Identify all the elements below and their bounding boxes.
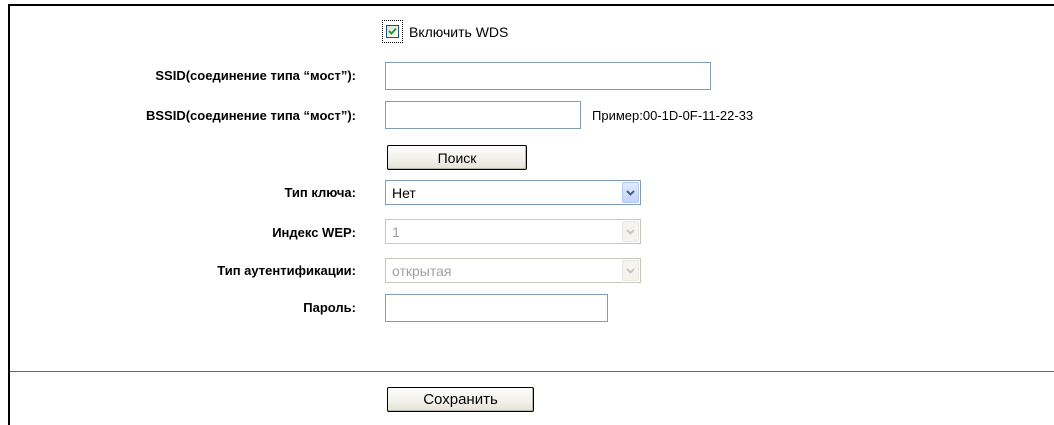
ssid-input[interactable]	[385, 62, 711, 90]
bssid-example-hint: Пример:00-1D-0F-11-22-33	[592, 108, 754, 123]
enable-wds-checkbox[interactable]	[386, 25, 399, 38]
chevron-down-icon	[622, 260, 639, 281]
chevron-down-icon[interactable]	[622, 182, 639, 203]
auth-type-label: Тип аутентификации:	[217, 263, 356, 278]
checkmark-icon	[388, 27, 397, 35]
wep-index-label: Индекс WEP:	[272, 225, 356, 240]
section-divider	[10, 371, 1054, 372]
password-input[interactable]	[385, 294, 608, 322]
key-type-label: Тип ключа:	[284, 185, 356, 200]
key-type-value: Нет	[392, 184, 416, 201]
chevron-down-icon	[622, 221, 639, 242]
password-label: Пароль:	[303, 300, 356, 315]
bssid-input[interactable]	[385, 101, 581, 129]
auth-type-value: открытая	[392, 262, 452, 279]
search-button[interactable]: Поиск	[387, 145, 527, 170]
bssid-label: BSSID(соединение типа “мост”):	[146, 108, 356, 123]
enable-wds-label: Включить WDS	[409, 24, 509, 40]
auth-type-select: открытая	[385, 258, 641, 283]
ssid-label: SSID(соединение типа “мост”):	[155, 68, 356, 83]
wep-index-value: 1	[392, 223, 400, 240]
wep-index-select: 1	[385, 219, 641, 244]
key-type-select[interactable]: Нет	[385, 180, 641, 205]
save-button[interactable]: Сохранить	[387, 387, 534, 412]
